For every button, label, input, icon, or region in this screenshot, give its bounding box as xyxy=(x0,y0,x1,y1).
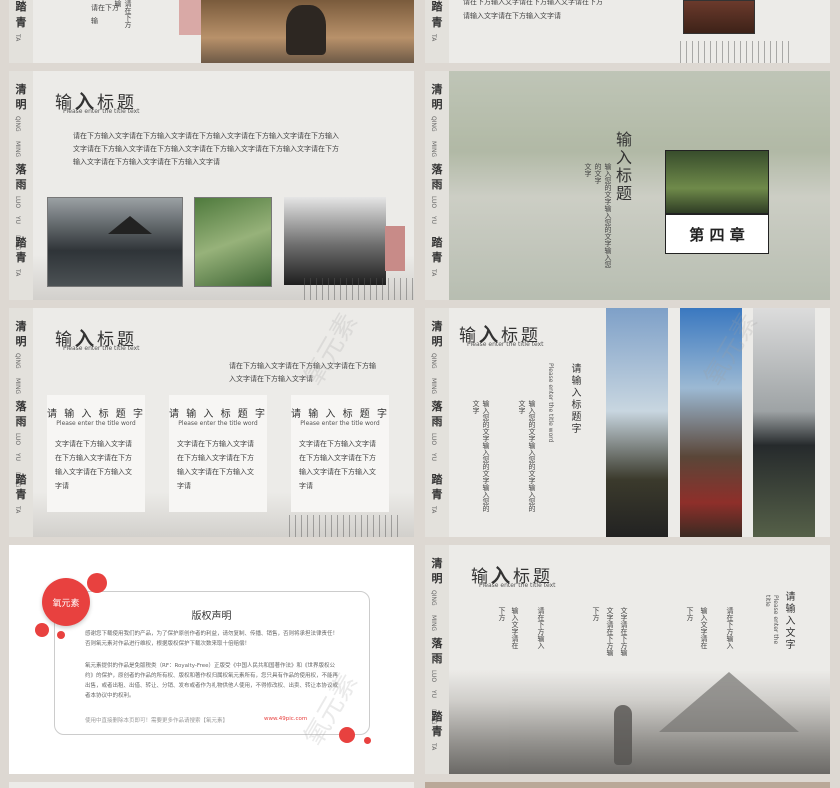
column-text: 下方 xyxy=(498,607,506,621)
slide-sidebar: 清 明 QING MING 落 雨 LUO YU DING 踏 青 TA xyxy=(425,545,449,774)
white-overlay xyxy=(449,71,830,300)
column-big-title: 请输入文字 xyxy=(783,591,794,651)
photo-garden-gate xyxy=(194,197,272,287)
grass-decoration xyxy=(680,41,790,63)
column-text: 输入文字请在 xyxy=(700,607,708,649)
photo-pavilion-strip xyxy=(753,308,815,537)
red-accent-bar xyxy=(385,226,405,271)
slide-sidebar: 清 明 QING MING 落 雨 LUO YU DING 踏 青 TA xyxy=(9,308,33,537)
copyright-title: 版权声明 xyxy=(191,611,232,622)
lady-figure-icon xyxy=(614,705,632,765)
chapter-vertical-head: 文字 xyxy=(584,163,592,177)
slide-subtitle: Please enter the title text xyxy=(63,345,140,352)
decor-dot-icon xyxy=(87,573,107,593)
slide-bottom-left-partial xyxy=(9,782,414,788)
column-text: 输入文字请在 xyxy=(511,607,519,649)
column-text: 输入您的文字输入您的文字输入您的 xyxy=(528,400,536,512)
card-body: 文字请在下方输入文字请在下方输入文字请在下方输入文字请在下方输入文字请 xyxy=(177,440,254,490)
slide-top-right: 踏 青 TA 请在下方输入文字请在下方输入文字请在下方 请输入文字请在下方输入文… xyxy=(425,0,830,63)
slide-gallery: 清 明 QING MING 落 雨 LUO YU DING 踏 青 TA 输入标… xyxy=(9,71,414,300)
card-body: 文字请在下方输入文字请在下方输入文字请在下方输入文字请在下方输入文字请 xyxy=(55,440,132,490)
photo-red-wall xyxy=(179,0,203,35)
chapter-big-title: 输入标题 xyxy=(613,131,632,203)
slide-copyright: 氧元素 版权声明 感谢您下载使用我们的产品，为了保护原创作者的利益，请勿复制、传… xyxy=(9,545,414,774)
chapter-label: 第 四 章 xyxy=(689,225,745,244)
card-body: 文字请在下方输入文字请在下方输入文字请在下方输入文字请在下方输入文字请 xyxy=(299,440,376,490)
slide-subtitle: Please enter the title text xyxy=(63,108,140,115)
card-subtitle: Please enter the title word xyxy=(300,420,380,427)
card-title: 请 输 入 标 题 字 xyxy=(47,409,145,420)
column-text: 请在下方输入 xyxy=(537,607,545,649)
column-head: 文字 xyxy=(518,400,526,414)
copyright-footer: 使用中直接删除本页即可！需要更多作品请搜索【氧元素】 xyxy=(85,718,229,724)
body-text: 请在下方输入文字请在下方输入文字请在下方输入文字请在下方输入文字请在下方输入 文字… xyxy=(73,132,339,166)
slide-sidebar: 清 明 QING MING 落 雨 LUO YU DING 踏 青 TA xyxy=(9,71,33,300)
chapter-label-box: 第 四 章 xyxy=(665,214,769,254)
column-text: 下方 xyxy=(686,607,694,621)
slide-sidebar: 踏 青 TA xyxy=(9,0,33,63)
copyright-paragraph-1: 感谢您下载使用我们的产品，为了保护原创作者的利益，请勿复制、传播、销售，否则将承… xyxy=(85,631,339,647)
pavilion-icon xyxy=(108,216,152,234)
slide-sidebar: 清 明 QING MING 落 雨 LUO YU 踏 青 TA xyxy=(425,71,449,300)
slide-sidebar: 清 明 QING MING 落 雨 LUO YU 踏 青 TA xyxy=(425,308,449,537)
photo-chapter xyxy=(665,150,769,214)
card-subtitle: Please enter the title word xyxy=(178,420,258,427)
column-text: 输入您的文字输入您的文字输入您的 xyxy=(482,400,490,512)
column-en-title: Please enter the title word xyxy=(547,363,554,443)
slide-vertical-columns: 清 明 QING MING 落 雨 LUO YU DING 踏 青 TA 输入标… xyxy=(425,545,830,774)
photo-stone-bridge xyxy=(284,197,386,285)
decor-dot-icon xyxy=(339,727,355,743)
body-text-vertical: 请在下方输 xyxy=(114,0,132,28)
photo-teapot xyxy=(683,0,755,34)
slide-chapter: 清 明 QING MING 落 雨 LUO YU 踏 青 TA 文字 输入您的文… xyxy=(425,71,830,300)
decor-dot-icon xyxy=(364,737,371,744)
copyright-paragraph-2: 氧元素提供的作品是免版税类（RF：Royalty-Free）正版受《中国人民共和… xyxy=(85,663,339,699)
incense-burner-icon xyxy=(286,5,326,55)
slide-bottom-right-partial xyxy=(425,782,830,788)
grass-decoration xyxy=(289,515,399,537)
mountain-icon xyxy=(659,672,799,732)
column-text: 文字请在下方输 xyxy=(620,607,628,656)
column-text: 下方 xyxy=(592,607,600,621)
body-text-line-1: 请在下方输入文字请在下方输入文字请在下方 xyxy=(463,0,603,6)
card-title: 请 输 入 标 题 字 xyxy=(291,409,389,420)
grass-decoration xyxy=(304,278,414,300)
slide-subtitle: Please enter the title text xyxy=(467,341,544,348)
column-text: 文字请在下方输 xyxy=(606,607,614,656)
slide-subtitle: Please enter the title text xyxy=(479,582,556,589)
text-card: 请 输 入 标 题 字 Please enter the title word … xyxy=(47,395,145,512)
decor-dot-icon xyxy=(35,623,49,637)
body-text-line-2: 请输入文字请在下方输入文字请 xyxy=(463,12,561,20)
photo-pagoda-strip xyxy=(606,308,668,537)
column-en-title: Please enter the title xyxy=(764,595,779,645)
card-subtitle: Please enter the title word xyxy=(56,420,136,427)
slide-top-left: 踏 青 TA 请在下方输 请在下方输 xyxy=(9,0,414,63)
card-title: 请 输 入 标 题 字 xyxy=(169,409,267,420)
column-big-title: 请输入标题字 xyxy=(569,363,580,435)
photo-incense-burner xyxy=(201,0,414,63)
photo-pavilion xyxy=(47,197,183,287)
text-card: 请 输 入 标 题 字 Please enter the title word … xyxy=(291,395,389,512)
ink-painting-landscape xyxy=(449,670,830,774)
slide-sidebar: 踏 青 TA xyxy=(425,0,449,63)
slide-photo-strips: 清 明 QING MING 落 雨 LUO YU 踏 青 TA 输入标题 Ple… xyxy=(425,308,830,537)
decor-dot-icon xyxy=(57,631,65,639)
column-text: 请在下方输入 xyxy=(726,607,734,649)
column-head: 文字 xyxy=(472,400,480,414)
text-card: 请 输 入 标 题 字 Please enter the title word … xyxy=(169,395,267,512)
